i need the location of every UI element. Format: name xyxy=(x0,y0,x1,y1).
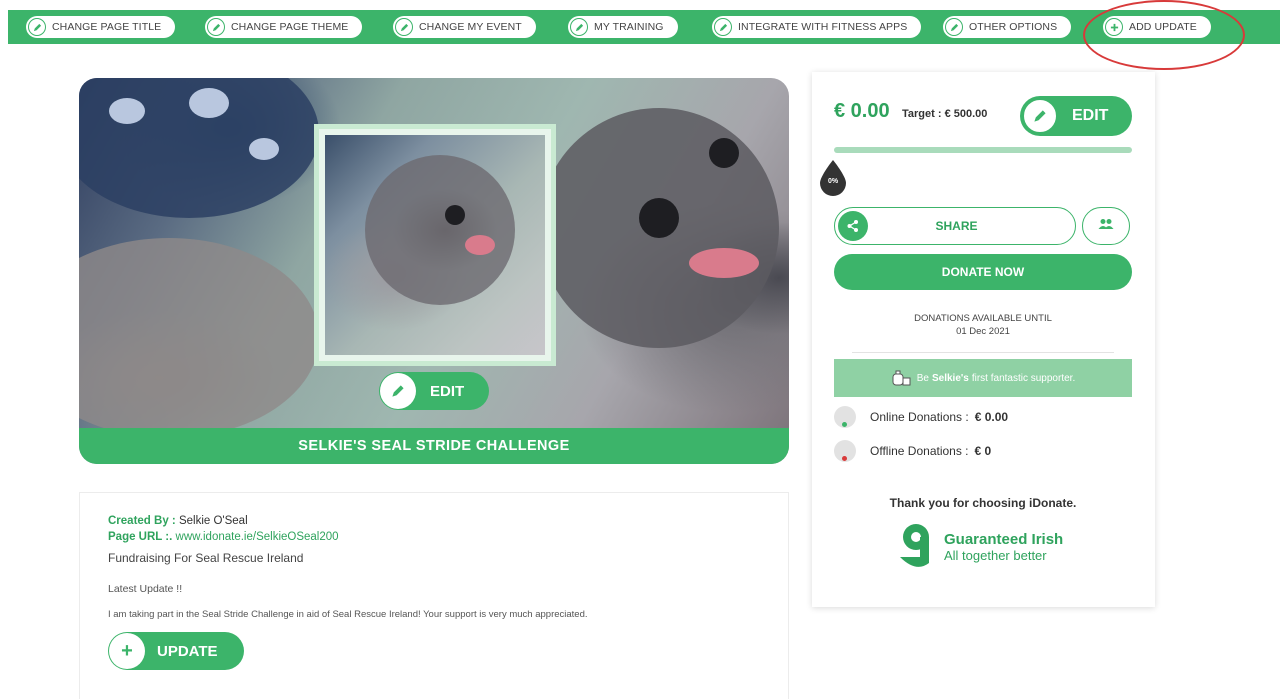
page-info-panel: Created By : Selkie O'Seal Page URL :. w… xyxy=(79,492,789,699)
profile-image-frame xyxy=(314,124,556,366)
pencil-icon xyxy=(1022,98,1058,134)
money-bag-icon xyxy=(891,368,911,389)
page-toolbar: CHANGE PAGE TITLE CHANGE PAGE THEME CHAN… xyxy=(8,10,1280,44)
created-by: Created By : Selkie O'Seal xyxy=(108,515,248,527)
pencil-icon xyxy=(714,18,732,36)
pencil-icon xyxy=(945,18,963,36)
thank-you-message: Thank you for choosing iDonate. xyxy=(889,496,1077,510)
other-options-button[interactable]: OTHER OPTIONS xyxy=(943,16,1072,38)
pencil-icon xyxy=(395,18,413,36)
guaranteed-irish-logo: Guaranteed Irish All together better xyxy=(896,522,1076,572)
change-page-title-button[interactable]: CHANGE PAGE TITLE xyxy=(26,16,176,38)
donate-now-button[interactable]: DONATE NOW xyxy=(834,254,1132,290)
blanket-spot xyxy=(249,138,279,160)
hero-banner: EDIT SELKIE'S SEAL STRIDE CHALLENGE xyxy=(79,78,789,464)
pencil-icon xyxy=(28,18,46,36)
avatar xyxy=(834,406,856,428)
seal-eye xyxy=(639,198,679,238)
share-icon xyxy=(838,211,868,241)
hero-edit-button[interactable]: EDIT xyxy=(379,372,489,410)
change-page-theme-button[interactable]: CHANGE PAGE THEME xyxy=(205,16,363,38)
seal-left-body xyxy=(79,238,319,438)
target-amount: Target : € 500.00 xyxy=(902,108,988,120)
seal-pup xyxy=(365,155,515,305)
divider xyxy=(852,352,1114,353)
page-url: Page URL :. www.idonate.ie/SelkieOSeal20… xyxy=(108,531,339,543)
seal-eye xyxy=(709,138,739,168)
progress-bar xyxy=(834,147,1132,153)
donation-sidebar: € 0.00 Target : € 500.00 EDIT 0% SHARE D… xyxy=(812,72,1155,607)
page-title: SELKIE'S SEAL STRIDE CHALLENGE xyxy=(79,428,789,464)
change-my-event-button[interactable]: CHANGE MY EVENT xyxy=(393,16,536,38)
online-donations: Online Donations : € 0.00 xyxy=(834,406,1132,428)
latest-update-heading: Latest Update !! xyxy=(108,583,183,595)
page-url-link[interactable]: www.idonate.ie/SelkieOSeal200 xyxy=(176,531,339,543)
seal-pup-eye xyxy=(445,205,465,225)
blanket-spot xyxy=(109,98,145,124)
plus-icon xyxy=(1105,18,1123,36)
guaranteed-irish-icon xyxy=(900,524,929,567)
progress-indicator: 0% xyxy=(820,160,846,196)
add-update-button[interactable]: ADD UPDATE xyxy=(1103,16,1211,38)
pencil-icon xyxy=(380,373,416,409)
offline-status-dot xyxy=(842,456,847,461)
pencil-icon xyxy=(207,18,225,36)
my-training-button[interactable]: MY TRAINING xyxy=(568,16,678,38)
raised-amount: € 0.00 xyxy=(834,100,890,122)
pencil-icon xyxy=(570,18,588,36)
target-edit-button[interactable]: EDIT xyxy=(1020,96,1132,136)
first-supporter-banner: Be Selkie's first fantastic supporter. xyxy=(834,359,1132,397)
team-button[interactable] xyxy=(1082,207,1130,245)
offline-donations: Offline Donations : € 0 xyxy=(834,440,1132,462)
integrate-fitness-apps-button[interactable]: INTEGRATE WITH FITNESS APPS xyxy=(712,16,922,38)
profile-image xyxy=(325,135,545,355)
fundraising-for: Fundraising For Seal Rescue Ireland xyxy=(108,551,304,565)
update-description: I am taking part in the Seal Stride Chal… xyxy=(108,609,588,620)
update-button[interactable]: + UPDATE xyxy=(108,632,244,670)
blanket-spot xyxy=(189,88,229,118)
avatar xyxy=(834,440,856,462)
donations-available: DONATIONS AVAILABLE UNTIL 01 Dec 2021 xyxy=(914,313,1052,337)
plus-icon: + xyxy=(109,633,145,669)
online-status-dot xyxy=(842,422,847,427)
seal-mouth xyxy=(689,248,759,278)
seal-pup-mouth xyxy=(465,235,495,255)
users-icon xyxy=(1098,217,1114,235)
share-button[interactable]: SHARE xyxy=(834,207,1076,245)
